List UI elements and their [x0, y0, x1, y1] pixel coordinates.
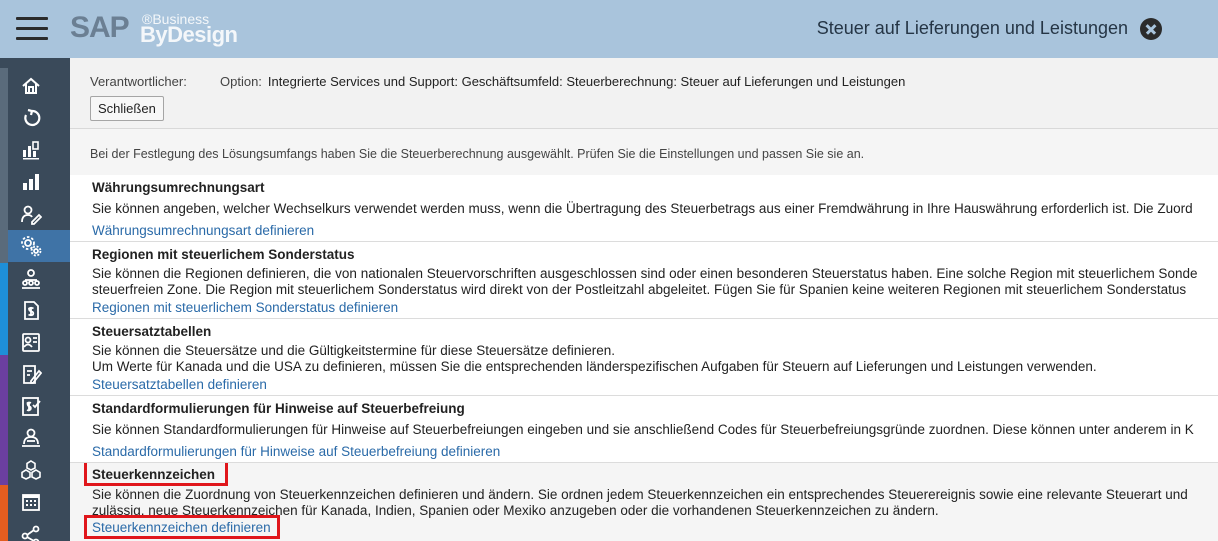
option-info: Option: Integrierte Services und Support:… — [220, 74, 905, 89]
section-description: steuerfreien Zone. Die Region mit steuer… — [92, 282, 1187, 297]
sidebar-item-edit-user[interactable] — [8, 198, 70, 230]
sidebar-item-finance-documents[interactable] — [8, 294, 70, 326]
document-money-icon — [24, 301, 39, 320]
logo-bydesign-text: ByDesign — [140, 22, 238, 47]
sidebar-item-home[interactable] — [8, 70, 70, 102]
close-button[interactable]: Schließen — [90, 96, 164, 121]
sidebar-item-forms[interactable] — [8, 358, 70, 390]
responsible-label: Verantwortlicher: — [90, 74, 187, 89]
page-title: Steuer auf Lieferungen und Leistungen — [816, 18, 1128, 38]
section-title: Standardformulierungen für Hinweise auf … — [92, 401, 465, 416]
link-define-special-tax-regions[interactable]: Regionen mit steuerlichem Sonderstatus d… — [92, 300, 398, 315]
section-title: Steuersatztabellen — [92, 324, 212, 339]
sidebar-item-team[interactable] — [8, 262, 70, 294]
menu-icon[interactable] — [16, 16, 48, 42]
dashboard-icon — [23, 141, 39, 160]
sidebar-item-business-configuration[interactable] — [8, 230, 70, 262]
sidebar-item-invoicing[interactable] — [8, 390, 70, 422]
logo-sap-text: SAP — [70, 11, 130, 44]
sidebar-item-contacts[interactable] — [8, 326, 70, 358]
activity-content: Bei der Festlegung des Lösungsumfangs ha… — [70, 128, 1218, 541]
section-exemption-texts: Standardformulierungen für Hinweise auf … — [70, 396, 1218, 463]
section-currency-conversion: Währungsumrechnungsart Sie können angebe… — [70, 175, 1218, 242]
option-value: Integrierte Services und Support: Geschä… — [267, 74, 906, 89]
option-label: Option: — [220, 74, 262, 89]
sidebar-accent-strip — [0, 355, 8, 485]
refresh-icon — [24, 108, 41, 127]
option-header: Verantwortlicher: Option: Integrierte Ser… — [70, 58, 1218, 128]
section-title: Regionen mit steuerlichem Sonderstatus — [92, 247, 355, 262]
section-description: Sie können die Steuersätze und die Gülti… — [92, 343, 616, 358]
sidebar-item-network[interactable] — [8, 518, 70, 541]
shell-header: SAP ®Business ByDesign Steuer auf Liefer… — [0, 0, 1218, 58]
main-content: Verantwortlicher: Option: Integrierte Ser… — [70, 58, 1218, 541]
edit-user-icon — [21, 205, 42, 225]
section-description: Sie können die Zuordnung von Steuerkennz… — [92, 487, 1188, 502]
team-icon — [22, 269, 40, 289]
calendar-grid-icon — [22, 494, 40, 511]
sidebar-item-service[interactable] — [8, 422, 70, 454]
contact-card-icon — [22, 333, 40, 352]
sidebar-item-calendar[interactable] — [8, 486, 70, 518]
section-title: Steuerkennzeichen — [92, 467, 216, 482]
bar-chart-icon — [23, 174, 39, 190]
section-description: Sie können angeben, welcher Wechselkurs … — [92, 201, 1193, 216]
sidebar-item-recent[interactable] — [8, 102, 70, 134]
link-define-exemption-texts[interactable]: Standardformulierungen für Hinweise auf … — [92, 444, 500, 459]
link-define-currency-conversion[interactable]: Währungsumrechnungsart definieren — [92, 223, 314, 238]
share-network-icon — [21, 525, 40, 541]
settings-gears-icon — [21, 236, 42, 257]
link-define-tax-rate-tables[interactable]: Steuersatztabellen definieren — [92, 377, 267, 392]
sidebar-item-dashboard[interactable] — [8, 134, 70, 166]
money-checklist-icon — [22, 397, 41, 416]
sidebar-accent-strip — [0, 263, 8, 355]
section-special-tax-regions: Regionen mit steuerlichem Sonderstatus S… — [70, 242, 1218, 319]
home-icon — [22, 77, 40, 94]
support-agent-icon — [22, 428, 40, 447]
sidebar-accent-strip — [0, 68, 8, 263]
sap-bydesign-logo: SAP ®Business ByDesign — [70, 8, 250, 48]
link-define-tax-codes[interactable]: Steuerkennzeichen definieren — [92, 520, 271, 535]
section-description: Sie können Standardformulierungen für Hi… — [92, 422, 1194, 437]
section-tax-codes: Steuerkennzeichen Sie können die Zuordnu… — [70, 463, 1218, 541]
cubes-icon — [21, 460, 41, 480]
sidebar-item-products[interactable] — [8, 454, 70, 486]
form-edit-icon — [23, 365, 42, 384]
intro-panel: Bei der Festlegung des Lösungsumfangs ha… — [70, 129, 1218, 175]
close-icon[interactable] — [1140, 18, 1162, 40]
app-window: SAP ®Business ByDesign Steuer auf Liefer… — [0, 0, 1218, 541]
intro-text: Bei der Festlegung des Lösungsumfangs ha… — [90, 147, 865, 161]
sidebar-nav — [0, 58, 70, 541]
sidebar-item-analytics[interactable] — [8, 166, 70, 198]
section-description: Sie können die Regionen definieren, die … — [92, 266, 1198, 281]
section-description: Um Werte für Kanada und die USA zu defin… — [92, 359, 1097, 374]
section-tax-rate-tables: Steuersatztabellen Sie können die Steuer… — [70, 319, 1218, 396]
sidebar-accent-strip — [0, 485, 8, 541]
section-title: Währungsumrechnungsart — [92, 180, 265, 195]
